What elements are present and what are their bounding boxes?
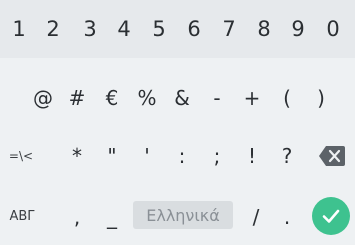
key-double-quote[interactable]: " bbox=[101, 128, 123, 184]
key-6[interactable]: 6 bbox=[183, 0, 205, 58]
symbol-row-1: @ # € % & - + ( ) bbox=[0, 70, 355, 126]
key-comma[interactable]: , bbox=[66, 188, 88, 245]
key-5[interactable]: 5 bbox=[148, 0, 170, 58]
key-1[interactable]: 1 bbox=[8, 0, 30, 58]
key-slash[interactable]: / bbox=[245, 188, 267, 245]
key-semicolon[interactable]: ; bbox=[206, 128, 228, 184]
backspace-icon bbox=[319, 146, 345, 166]
key-3[interactable]: 3 bbox=[79, 0, 101, 58]
symbol-keyboard: 1 2 3 4 5 6 7 8 9 0 @ # € % & - + ( ) =\… bbox=[0, 0, 355, 245]
key-period[interactable]: . bbox=[276, 188, 298, 245]
key-exclamation[interactable]: ! bbox=[241, 128, 263, 184]
key-7[interactable]: 7 bbox=[218, 0, 240, 58]
enter-button[interactable] bbox=[312, 197, 350, 235]
key-9[interactable]: 9 bbox=[287, 0, 309, 58]
key-euro[interactable]: € bbox=[101, 70, 123, 126]
key-0[interactable]: 0 bbox=[322, 0, 344, 58]
key-open-paren[interactable]: ( bbox=[276, 70, 298, 126]
key-question[interactable]: ? bbox=[276, 128, 298, 184]
checkmark-icon bbox=[322, 209, 340, 223]
key-plus[interactable]: + bbox=[241, 70, 263, 126]
key-8[interactable]: 8 bbox=[253, 0, 275, 58]
key-4[interactable]: 4 bbox=[113, 0, 135, 58]
key-hash[interactable]: # bbox=[66, 70, 88, 126]
key-asterisk[interactable]: * bbox=[66, 128, 88, 184]
key-2[interactable]: 2 bbox=[42, 0, 64, 58]
backspace-button[interactable] bbox=[318, 145, 346, 167]
bottom-row: ΑΒΓ , _ Ελληνικά / . bbox=[0, 188, 355, 245]
alphabet-switch-key[interactable]: ΑΒΓ bbox=[4, 188, 40, 245]
key-ampersand[interactable]: & bbox=[171, 70, 193, 126]
key-colon[interactable]: : bbox=[171, 128, 193, 184]
key-at[interactable]: @ bbox=[30, 70, 56, 126]
space-bar[interactable]: Ελληνικά bbox=[133, 201, 233, 229]
key-minus[interactable]: - bbox=[206, 70, 228, 126]
key-underscore[interactable]: _ bbox=[101, 188, 123, 245]
number-row: 1 2 3 4 5 6 7 8 9 0 bbox=[0, 0, 355, 58]
more-symbols-key[interactable]: =\< bbox=[4, 128, 38, 184]
key-single-quote[interactable]: ' bbox=[136, 128, 158, 184]
key-percent[interactable]: % bbox=[136, 70, 158, 126]
symbol-row-2: =\< * " ' : ; ! ? bbox=[0, 128, 355, 184]
key-close-paren[interactable]: ) bbox=[310, 70, 332, 126]
